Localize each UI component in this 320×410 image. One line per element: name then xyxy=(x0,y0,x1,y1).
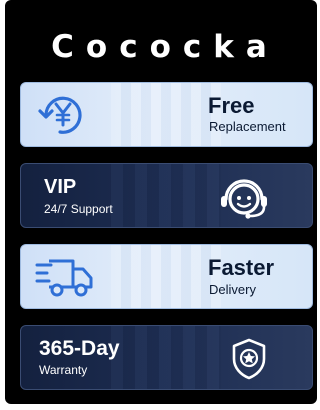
card-subtitle: Replacement xyxy=(209,119,286,134)
yen-refund-icon xyxy=(37,92,87,138)
card-background-decoration xyxy=(111,326,221,389)
brand-title: Cococka xyxy=(51,29,279,65)
warranty-badge-icon xyxy=(229,337,269,381)
delivery-truck-icon xyxy=(35,257,97,299)
card-title: Free xyxy=(208,93,255,118)
card-subtitle: Delivery xyxy=(209,282,256,297)
promo-banner: Cococka Free Replacement VIP 24/7 Suppor… xyxy=(5,0,317,404)
headset-support-icon xyxy=(217,172,271,222)
feature-card-faster-delivery: Faster Delivery xyxy=(20,244,313,309)
card-title: VIP xyxy=(44,176,77,198)
feature-card-vip-support: VIP 24/7 Support xyxy=(20,163,313,228)
feature-card-warranty: 365-Day Warranty xyxy=(20,325,313,390)
card-title: 365-Day xyxy=(39,337,120,360)
card-background-decoration xyxy=(111,245,221,308)
card-subtitle: 24/7 Support xyxy=(44,202,113,216)
feature-card-free-replacement: Free Replacement xyxy=(20,82,313,147)
card-background-decoration xyxy=(111,164,221,227)
card-background-decoration xyxy=(111,83,221,146)
card-subtitle: Warranty xyxy=(39,363,88,377)
card-title: Faster xyxy=(208,255,275,280)
